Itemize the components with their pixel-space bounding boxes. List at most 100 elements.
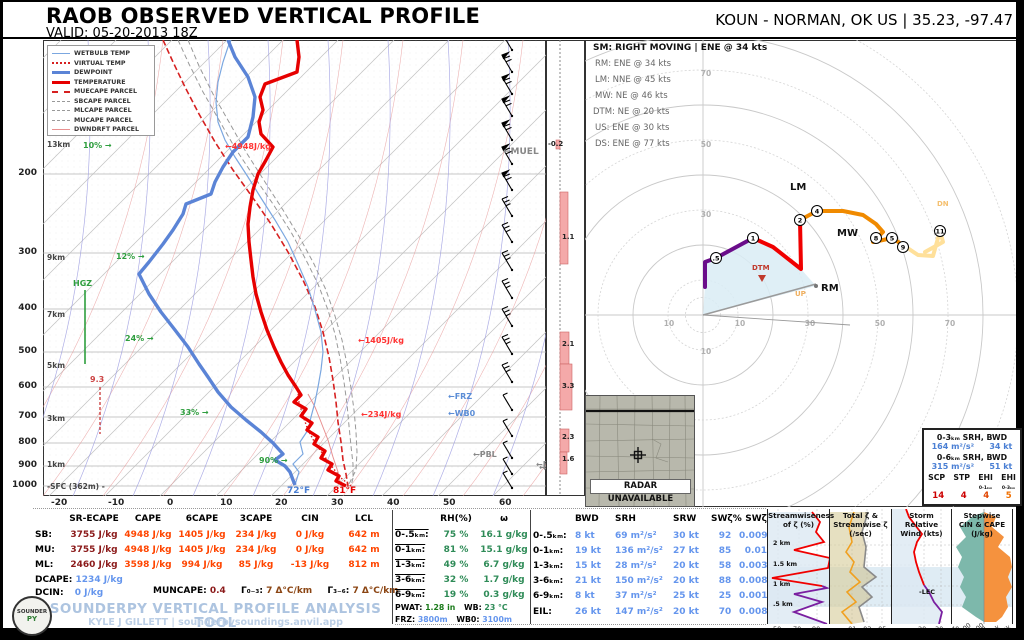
skewt-legend: WETBULB TEMP VIRTUAL TEMP DEWPOINT TEMPE…	[47, 45, 155, 136]
frz-annotation: ←FRZ	[448, 393, 472, 401]
srh-06-value: 315 m²/s²	[932, 462, 975, 471]
kine-header-row: BWD SRH SRW SWζ% SWζ	[533, 514, 767, 524]
temp-axis-tick: 30	[331, 499, 344, 508]
srw-annotation: -LEC	[919, 589, 935, 596]
ehi1-value: 4	[983, 491, 989, 501]
omega-header: ω	[477, 514, 531, 524]
bar-value: 2.1	[562, 341, 574, 348]
col-header: SRH	[615, 514, 673, 524]
srh-03-value: 164 m²/s²	[932, 442, 975, 451]
layer-bars	[556, 140, 572, 474]
pbl-annotation: ←PBL	[473, 451, 497, 459]
tables-top-rule	[33, 508, 766, 509]
storm-motion-title: SM: RIGHT MOVING | ENE @ 34 kts	[593, 44, 767, 53]
bottom-border-bar	[0, 628, 1024, 640]
pressure-tick: 500	[11, 347, 37, 356]
moisture-row: 0-.5ₖₘ: 75 % 16.1 g/kg	[395, 530, 531, 540]
svg-text:LM: LM	[790, 182, 806, 193]
temp-axis-tick: 0	[167, 499, 173, 508]
scp-value: 14	[932, 491, 944, 501]
temp-axis-tick: -10	[108, 499, 124, 508]
col-header: SRW	[673, 514, 711, 524]
svg-text:DN: DN	[937, 200, 949, 208]
svg-text:10: 10	[735, 319, 745, 328]
rh-annotation: 33% →	[180, 409, 209, 417]
hgz-label: HGZ	[73, 280, 92, 288]
svg-text:10: 10	[664, 319, 674, 328]
temp-axis-tick: 10	[220, 499, 233, 508]
stp-value: 4	[961, 491, 967, 501]
wb0-value: 3100m	[482, 615, 512, 624]
frz-row: FRZ: 3800m WB0: 3100m	[395, 616, 512, 624]
layer-bars-plot	[546, 40, 585, 496]
moisture-header-row: RH(%) ω	[395, 514, 531, 524]
virtual-temp-legend-swatch	[52, 62, 70, 64]
col-header: SWζ	[739, 514, 767, 524]
dewpoint-legend-swatch	[52, 71, 70, 74]
kine-row: 0-.5ₖₘ: 8 kt 69 m²/s² 30 kt 92 0.009	[533, 531, 767, 541]
surface-dewpoint-label: 72°F	[287, 487, 310, 496]
tables-bottom-rule	[395, 624, 766, 625]
svg-text:10: 10	[701, 347, 711, 356]
muncape-value: 0.4	[210, 586, 226, 596]
srh-bwd-03-header: 0-3ₖₘ SRH, BWD	[924, 433, 1020, 442]
kine-row: 6-9ₖₘ: 8 kt 37 m²/s² 25 kt 25 0.001	[533, 591, 767, 601]
svg-text:DTM: DTM	[752, 264, 770, 272]
svg-text:1: 1	[751, 235, 756, 243]
sounderpy-logo: SOUNDER PY	[12, 596, 52, 636]
svg-text:UP: UP	[795, 290, 806, 298]
svg-text:4: 4	[815, 208, 820, 216]
moisture-row: 3-6ₖₘ: 32 % 1.7 g/kg	[395, 575, 531, 585]
dcin-row: DCIN: 0 J/kg	[35, 589, 103, 598]
legend-label: WETBULB TEMP	[74, 50, 130, 57]
composite-headers: SCP STP EHI0-1ₖₘ EHI0-3ₖₘ	[924, 473, 1020, 491]
temp-axis-tick: 50	[443, 499, 456, 508]
pressure-tick: 800	[11, 438, 37, 447]
svg-text:5: 5	[890, 235, 895, 243]
srh-bwd-03-values: 164 m²/s² 34 kt	[924, 442, 1020, 451]
col-header: 3CAPE	[229, 514, 283, 524]
height-label: 3km	[47, 415, 65, 423]
kine-row-eil: EIL: 26 kt 147 m²/s² 20 kt 70 0.008	[533, 607, 767, 617]
brand-credit[interactable]: KYLE J GILLETT | sounderpysoundings.anvi…	[38, 618, 393, 628]
moisture-row: 1-3ₖₘ: 49 % 6.7 g/kg	[395, 560, 531, 570]
svg-text:8: 8	[874, 235, 879, 243]
bwd-03-value: 34 kt	[989, 442, 1012, 451]
header-rule	[3, 37, 1016, 39]
legend-label: DWNDRFT PARCEL	[74, 126, 139, 133]
right-border-bar	[1016, 0, 1024, 640]
gamma03-value: 7 Δ°C/km	[266, 586, 312, 596]
pressure-tick: 400	[11, 304, 37, 313]
sbcape-legend-swatch	[52, 101, 70, 102]
logo-text-bottom: PY	[27, 615, 37, 623]
bwd-06-value: 51 kt	[989, 462, 1012, 471]
legend-label: MUCAPE PARCEL	[74, 117, 133, 124]
mlcape-legend-swatch	[52, 110, 70, 111]
stp-header: STP	[953, 473, 970, 491]
dcape-label: DCAPE:	[35, 575, 72, 585]
kine-row: 1-3ₖₘ: 15 kt 28 m²/s² 20 kt 58 0.003	[533, 561, 767, 571]
svg-text:50: 50	[875, 319, 885, 328]
pressure-tick: 1000	[11, 481, 37, 490]
svg-text:9: 9	[901, 244, 906, 252]
srw-panel: Storm RelativeWind (kts) -LEC	[891, 509, 951, 624]
storm-motion-dtm: DTM: NE @ 20 kts	[593, 108, 669, 117]
lapse-rate-label: 9.3	[90, 376, 104, 384]
kine-row: 0-1ₖₘ: 19 kt 136 m²/s² 27 kt 85 0.01	[533, 546, 767, 556]
storm-motion-lm: LM: NNE @ 45 kts	[595, 76, 671, 85]
col-header: CAPE	[121, 514, 175, 524]
radar-unavailable-label: RADAR UNAVAILABLE	[590, 479, 691, 494]
muncape-gamma-row: MUNCAPE: 0.4 Γ₀₋₃: 7 Δ°C/km Γ₃₋₆: 7 Δ°C/…	[153, 587, 399, 596]
dcape-row: DCAPE: 1234 J/kg	[35, 576, 123, 585]
bar-value: 3.3	[562, 383, 574, 390]
surface-temp-label: 81°F	[333, 487, 356, 496]
radar-map-inset: RADAR UNAVAILABLE	[585, 395, 695, 507]
wb-label: WB:	[464, 603, 482, 612]
col-header: 6CAPE	[175, 514, 229, 524]
svg-text:70: 70	[701, 69, 711, 78]
srh-bwd-06-header: 0-6ₖₘ SRH, BWD	[924, 453, 1020, 462]
frz-value: 3800m	[418, 615, 448, 624]
col-header: CIN	[283, 514, 337, 524]
svg-text:RM: RM	[821, 283, 839, 294]
svg-text:MW: MW	[837, 228, 858, 239]
